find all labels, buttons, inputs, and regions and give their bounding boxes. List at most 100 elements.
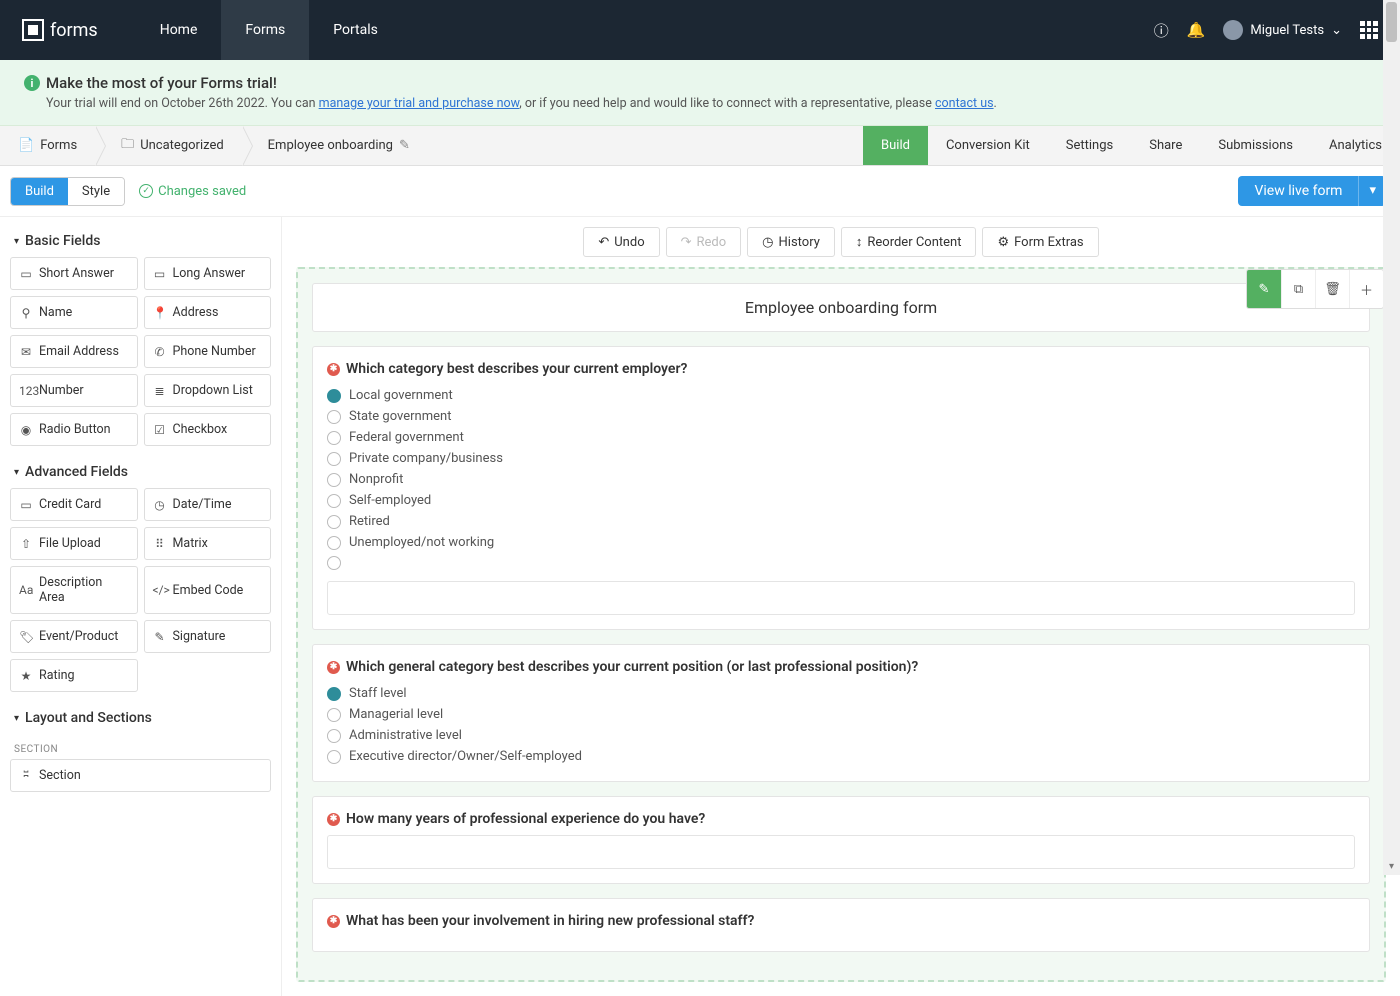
- reorder-button[interactable]: ↕Reorder Content: [841, 227, 977, 257]
- required-icon: ✱: [327, 915, 340, 928]
- tab-share[interactable]: Share: [1131, 126, 1200, 165]
- duplicate-title-button[interactable]: ⧉: [1281, 270, 1315, 308]
- field-palette-item[interactable]: 🏷 Event/Product: [10, 620, 138, 653]
- scroll-down-icon[interactable]: ▾: [1383, 858, 1400, 875]
- radio-option[interactable]: Staff level: [327, 683, 1355, 704]
- field-palette-item[interactable]: ✉Email Address: [10, 335, 138, 368]
- field-palette-item[interactable]: ◉Radio Button: [10, 413, 138, 446]
- radio-option[interactable]: Federal government: [327, 427, 1355, 448]
- info-icon[interactable]: ⓘ: [1154, 20, 1169, 41]
- radio-icon: [327, 708, 341, 722]
- radio-option[interactable]: Nonprofit: [327, 469, 1355, 490]
- radio-option[interactable]: Unemployed/not working: [327, 532, 1355, 553]
- field-palette-item[interactable]: ◷Date/Time: [144, 488, 272, 521]
- field-palette-item[interactable]: ★Rating: [10, 659, 138, 692]
- nav-tab-forms[interactable]: Forms: [221, 0, 309, 60]
- text-input[interactable]: [327, 581, 1355, 615]
- question-card[interactable]: ✱How many years of professional experien…: [312, 796, 1370, 884]
- tab-settings[interactable]: Settings: [1048, 126, 1131, 165]
- crumb-uncategorized[interactable]: 🗀 Uncategorized: [95, 126, 242, 165]
- field-palette-item[interactable]: 📍Address: [144, 296, 272, 329]
- bell-icon[interactable]: 🔔: [1187, 21, 1206, 39]
- crumb-forms[interactable]: 📄 Forms: [0, 126, 95, 165]
- radio-icon: [327, 494, 341, 508]
- field-type-icon: ✆: [153, 345, 167, 359]
- field-palette-item[interactable]: ☑Checkbox: [144, 413, 272, 446]
- contact-us-link[interactable]: contact us: [935, 96, 994, 111]
- redo-button[interactable]: ↷Redo: [666, 227, 742, 257]
- crumb-form-name[interactable]: Employee onboarding ✎: [242, 126, 428, 165]
- radio-option[interactable]: Managerial level: [327, 704, 1355, 725]
- field-label: Embed Code: [173, 583, 244, 598]
- radio-icon: [327, 536, 341, 550]
- field-palette-item[interactable]: ✆Phone Number: [144, 335, 272, 368]
- field-label: Dropdown List: [173, 383, 253, 398]
- field-type-icon: ⚲: [19, 306, 33, 320]
- field-palette-item[interactable]: ⚲Name: [10, 296, 138, 329]
- question-card[interactable]: ✱What has been your involvement in hirin…: [312, 898, 1370, 952]
- tab-conversion-kit[interactable]: Conversion Kit: [928, 126, 1048, 165]
- apps-grid-icon[interactable]: [1360, 21, 1378, 39]
- scrollbar-thumb[interactable]: [1386, 2, 1397, 42]
- field-label: Description Area: [39, 575, 129, 605]
- question-card[interactable]: ✱Which category best describes your curr…: [312, 346, 1370, 630]
- field-palette-item[interactable]: ▭Short Answer: [10, 257, 138, 290]
- undo-button[interactable]: ↶Undo: [583, 227, 659, 257]
- view-live-button[interactable]: View live form: [1238, 176, 1359, 206]
- edit-pencil-icon[interactable]: ✎: [399, 138, 410, 153]
- field-palette-item[interactable]: ▭Credit Card: [10, 488, 138, 521]
- builder-bar: Build Style ✓ Changes saved View live fo…: [0, 166, 1400, 217]
- extras-button[interactable]: ⚙Form Extras: [982, 227, 1098, 257]
- field-palette-item[interactable]: ✎Signature: [144, 620, 272, 653]
- add-title-button[interactable]: ＋: [1349, 270, 1383, 308]
- panel-head[interactable]: Layout and Sections: [10, 704, 271, 734]
- radio-option[interactable]: Local government: [327, 385, 1355, 406]
- field-palette-item[interactable]: ⇧File Upload: [10, 527, 138, 560]
- radio-option[interactable]: Retired: [327, 511, 1355, 532]
- question-card[interactable]: ✱Which general category best describes y…: [312, 644, 1370, 782]
- brand-logo[interactable]: forms: [22, 19, 98, 41]
- panel-head[interactable]: Advanced Fields: [10, 458, 271, 488]
- question-title: ✱Which category best describes your curr…: [327, 361, 1355, 377]
- scrollbar[interactable]: ▾: [1383, 0, 1400, 875]
- form-title-card[interactable]: Employee onboarding form: [312, 283, 1370, 332]
- chevron-down-icon: ⌄: [1331, 23, 1342, 38]
- user-menu[interactable]: Miguel Tests ⌄: [1223, 20, 1342, 40]
- manage-trial-link[interactable]: manage your trial and purchase now: [319, 96, 520, 111]
- history-icon: ◷: [762, 235, 773, 250]
- radio-option-blank[interactable]: [327, 553, 1355, 573]
- field-palette-item[interactable]: ▭Long Answer: [144, 257, 272, 290]
- radio-option[interactable]: Executive director/Owner/Self-employed: [327, 746, 1355, 767]
- radio-label: State government: [349, 409, 451, 424]
- delete-title-button[interactable]: 🗑: [1315, 270, 1349, 308]
- field-type-icon: 🏷: [19, 630, 33, 644]
- radio-option[interactable]: Self-employed: [327, 490, 1355, 511]
- field-label: Email Address: [39, 344, 119, 359]
- field-palette-item[interactable]: </>Embed Code: [144, 566, 272, 614]
- logo-mark-icon: [22, 19, 44, 41]
- panel-head[interactable]: Basic Fields: [10, 227, 271, 257]
- tab-build[interactable]: Build: [863, 126, 928, 165]
- radio-option[interactable]: Administrative level: [327, 725, 1355, 746]
- field-label: Number: [39, 383, 84, 398]
- field-label: Event/Product: [39, 629, 118, 644]
- edit-title-button[interactable]: ✎: [1247, 270, 1281, 308]
- canvas-toolbar: ↶Undo ↷Redo ◷History ↕Reorder Content ⚙F…: [282, 217, 1400, 267]
- field-palette-item[interactable]: ≣Dropdown List: [144, 374, 272, 407]
- nav-tab-portals[interactable]: Portals: [309, 0, 402, 60]
- radio-option[interactable]: Private company/business: [327, 448, 1355, 469]
- field-palette-item[interactable]: AaDescription Area: [10, 566, 138, 614]
- required-icon: ✱: [327, 813, 340, 826]
- text-input[interactable]: [327, 835, 1355, 869]
- field-palette-item[interactable]: ⎶Section: [10, 759, 271, 792]
- tab-submissions[interactable]: Submissions: [1200, 126, 1311, 165]
- field-palette-item[interactable]: 123Number: [10, 374, 138, 407]
- history-button[interactable]: ◷History: [747, 227, 835, 257]
- field-label: Rating: [39, 668, 75, 683]
- title-actions: ✎ ⧉ 🗑 ＋: [1246, 269, 1384, 309]
- nav-tab-home[interactable]: Home: [136, 0, 222, 60]
- seg-build[interactable]: Build: [11, 178, 68, 205]
- field-palette-item[interactable]: ⠿Matrix: [144, 527, 272, 560]
- radio-option[interactable]: State government: [327, 406, 1355, 427]
- seg-style[interactable]: Style: [68, 178, 124, 205]
